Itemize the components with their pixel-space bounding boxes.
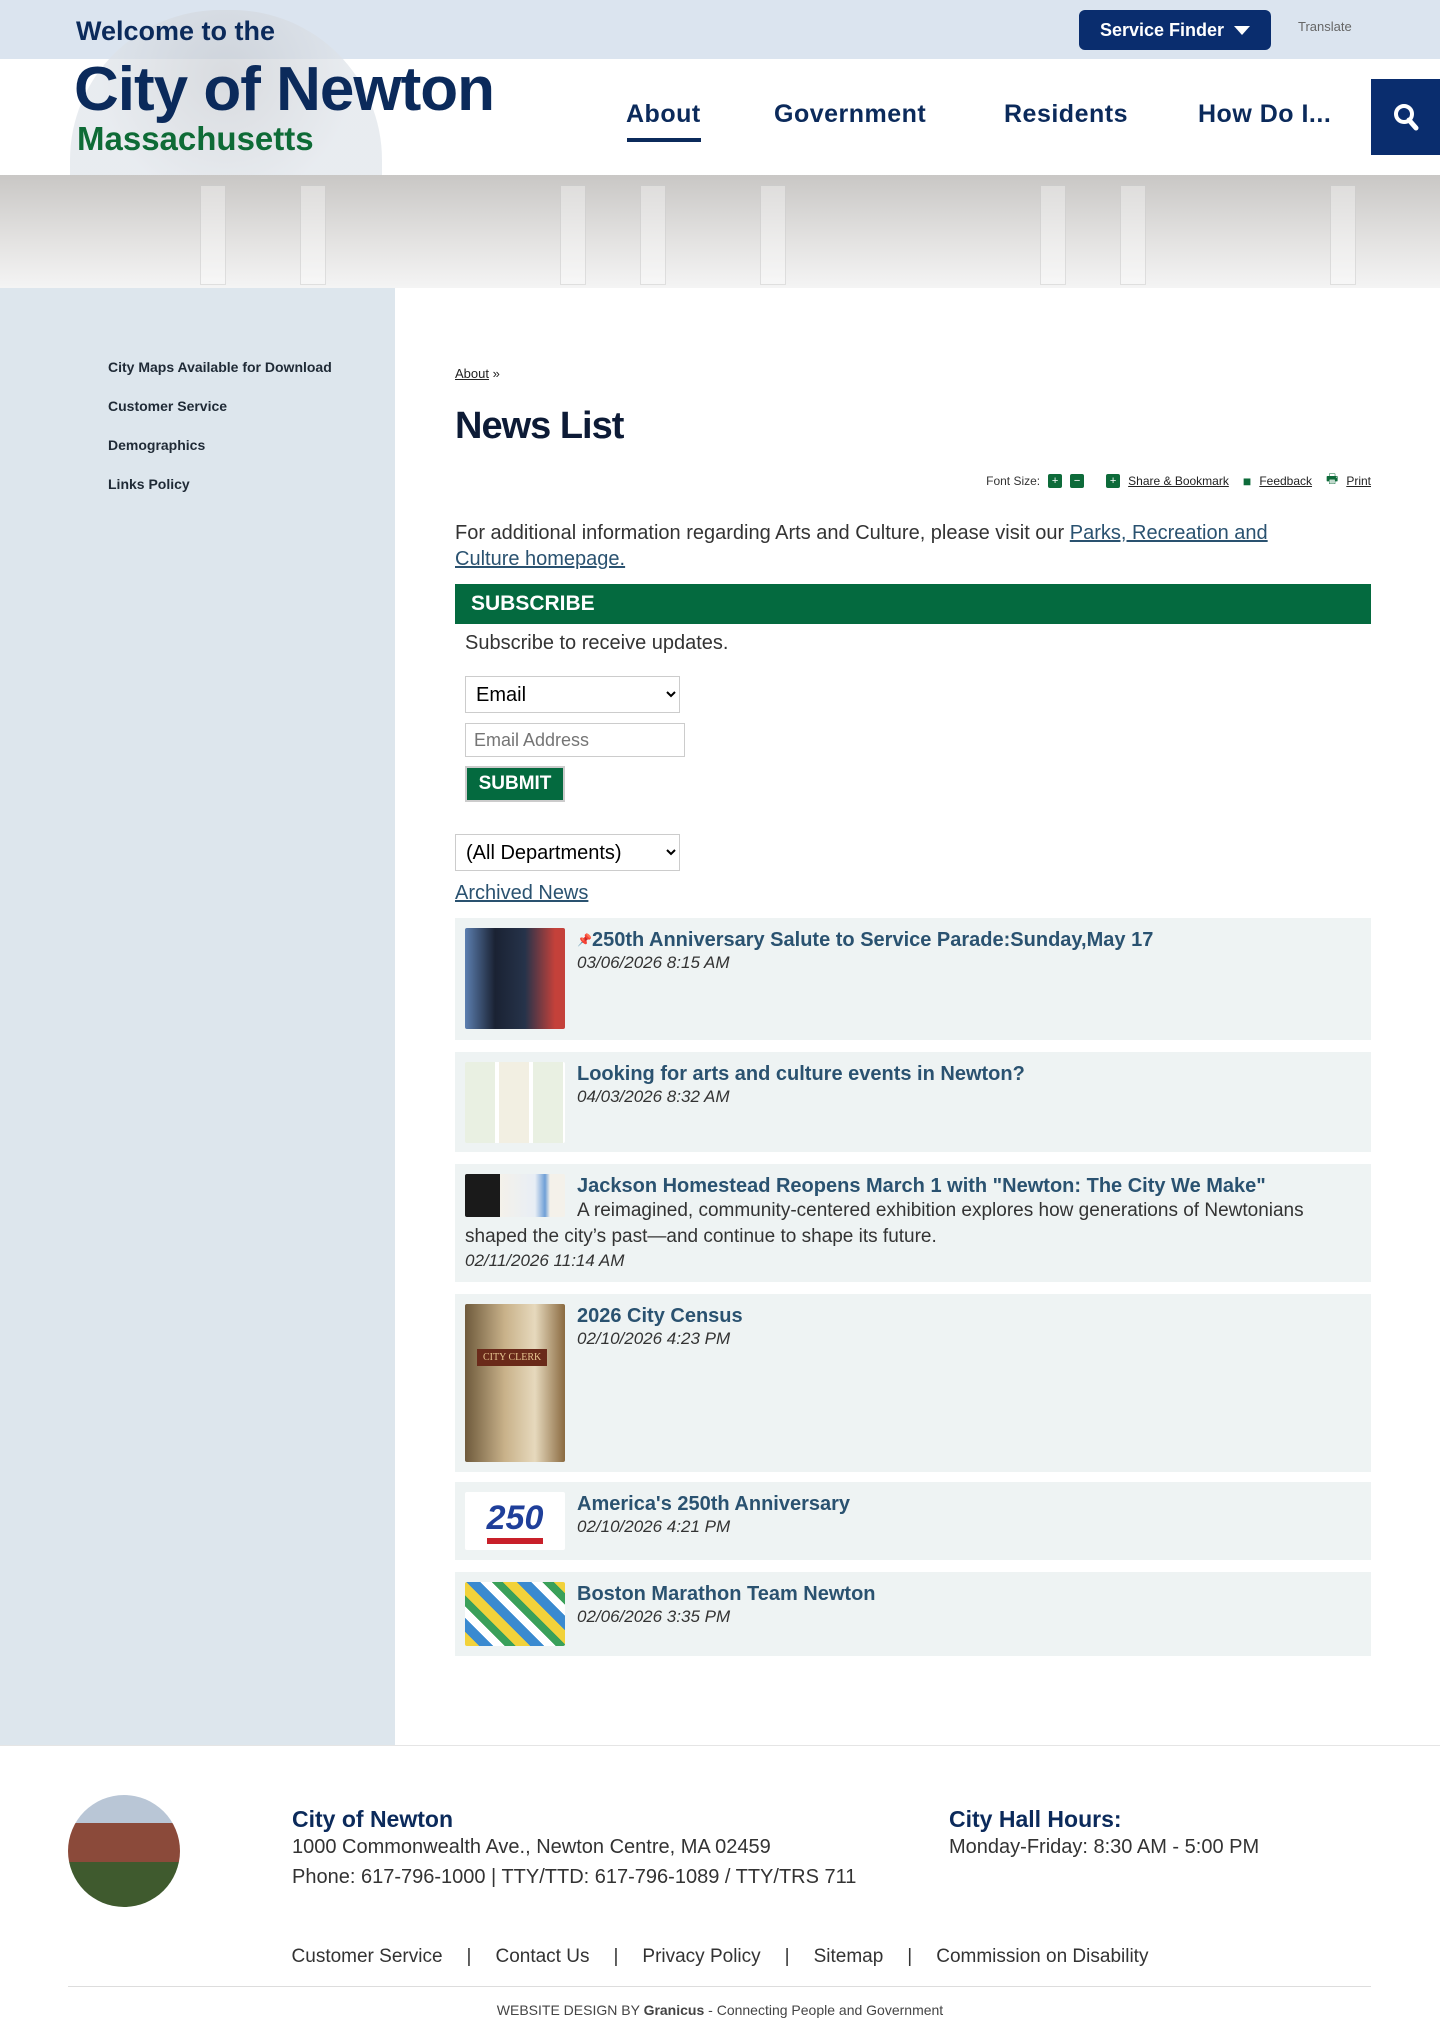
sidebar-item-city-maps[interactable]: City Maps Available for Download [108, 359, 332, 375]
footer-link-privacy-policy[interactable]: Privacy Policy [642, 1946, 760, 1968]
department-filter-select[interactable]: (All Departments) [455, 834, 680, 871]
search-icon [1393, 104, 1418, 131]
news-item: 250 America's 250th Anniversary 02/10/20… [455, 1482, 1371, 1560]
news-item: Boston Marathon Team Newton 02/06/2026 3… [455, 1572, 1371, 1656]
sidebar-item-customer-service[interactable]: Customer Service [108, 398, 227, 414]
breadcrumb-about[interactable]: About [455, 366, 489, 381]
email-address-input[interactable] [465, 723, 685, 757]
font-decrease-button[interactable]: − [1070, 474, 1085, 488]
submit-button[interactable]: SUBMIT [465, 766, 565, 802]
news-thumbnail[interactable] [465, 1174, 565, 1217]
news-thumbnail[interactable] [465, 928, 565, 1029]
footer-city-name: City of Newton [292, 1806, 453, 1832]
thumb-250-logo: 250 [486, 1499, 544, 1544]
news-item: Jackson Homestead Reopens March 1 with "… [455, 1164, 1371, 1282]
news-date: 02/06/2026 3:35 PM [577, 1607, 731, 1626]
footer-hours-title: City Hall Hours: [949, 1806, 1122, 1832]
feedback-link[interactable]: Feedback [1259, 474, 1312, 488]
news-date: 03/06/2026 8:15 AM [577, 953, 730, 972]
logo-state[interactable]: Massachusetts [77, 120, 314, 158]
news-title-link[interactable]: 📌250th Anniversary Salute to Service Par… [465, 928, 1361, 952]
subscribe-text: Subscribe to receive updates. [465, 632, 729, 654]
news-thumbnail[interactable] [465, 1582, 565, 1646]
news-title: 250th Anniversary Salute to Service Para… [591, 929, 1154, 951]
logo-city-name[interactable]: City of Newton [74, 54, 495, 125]
breadcrumb: About » [455, 366, 500, 381]
font-size-label: Font Size: [986, 474, 1041, 488]
footer-links: Customer Service | Contact Us | Privacy Po… [0, 1946, 1440, 1968]
footer-link-sitemap[interactable]: Sitemap [814, 1946, 884, 1968]
page-tools: Font Size: + − + Share & Bookmark ■ Feedba… [986, 470, 1371, 492]
separator: | [907, 1946, 913, 1967]
footer-link-contact-us[interactable]: Contact Us [495, 1946, 589, 1968]
footer-credit: WEBSITE DESIGN BY Granicus - Connecting … [0, 2002, 1440, 2018]
feedback-icon: ■ [1242, 473, 1252, 489]
footer-hours: Monday-Friday: 8:30 AM - 5:00 PM [949, 1836, 1260, 1858]
intro-text: For additional information regarding Art… [455, 522, 1070, 544]
news-date: 02/10/2026 4:21 PM [577, 1517, 731, 1536]
news-title-link[interactable]: 2026 City Census [465, 1304, 1361, 1328]
nav-how-do-i[interactable]: How Do I... [1198, 100, 1331, 129]
news-title-link[interactable]: Looking for arts and culture events in N… [465, 1062, 1361, 1086]
service-finder-label: Service Finder [1099, 19, 1225, 40]
separator: | [784, 1946, 790, 1967]
nav-government[interactable]: Government [774, 100, 926, 129]
intro-paragraph: For additional information regarding Art… [455, 520, 1335, 572]
news-title-link[interactable]: America's 250th Anniversary [465, 1492, 1361, 1516]
service-finder-button[interactable]: Service Finder [1079, 10, 1271, 50]
sidebar-item-links-policy[interactable]: Links Policy [108, 476, 190, 492]
news-title-link[interactable]: Jackson Homestead Reopens March 1 with "… [465, 1174, 1361, 1198]
page-title: News List [455, 405, 624, 447]
share-bookmark-link[interactable]: Share & Bookmark [1128, 474, 1229, 488]
news-item: Looking for arts and culture events in N… [455, 1052, 1371, 1152]
separator: | [466, 1946, 472, 1967]
logo-welcome[interactable]: Welcome to the [76, 16, 275, 47]
print-link[interactable]: Print [1346, 474, 1371, 488]
sidebar [0, 288, 395, 1745]
news-thumbnail[interactable]: CITY CLERK [465, 1304, 565, 1462]
news-title-link[interactable]: Boston Marathon Team Newton [465, 1582, 1361, 1606]
footer-rule [68, 1986, 1371, 1987]
nav-residents[interactable]: Residents [1004, 100, 1128, 129]
footer-phone: Phone: 617-796-1000 | TTY/TTD: 617-796-1… [292, 1866, 857, 1888]
news-date: 02/10/2026 4:23 PM [577, 1329, 731, 1348]
print-icon: 🖶 [1326, 471, 1339, 486]
footer-link-customer-service[interactable]: Customer Service [292, 1946, 443, 1968]
news-thumbnail[interactable] [465, 1062, 565, 1143]
archived-news-link[interactable]: Archived News [455, 882, 588, 905]
news-date: 04/03/2026 8:32 AM [577, 1087, 730, 1106]
nav-active-indicator [627, 138, 701, 142]
credit-prefix: WEBSITE DESIGN BY [496, 2002, 644, 2018]
translate-link[interactable]: Translate [1298, 19, 1352, 34]
separator: | [613, 1946, 619, 1967]
footer-divider [0, 1745, 1440, 1746]
caret-down-icon [1234, 25, 1251, 35]
search-button[interactable] [1371, 79, 1440, 155]
thumb-sign-text: CITY CLERK [477, 1349, 548, 1366]
subscribe-heading: SUBSCRIBE [455, 584, 1371, 624]
font-increase-button[interactable]: + [1048, 474, 1063, 488]
hero-banner [0, 175, 1440, 288]
footer-address: 1000 Commonwealth Ave., Newton Centre, M… [292, 1836, 771, 1858]
granicus-link[interactable]: Granicus [644, 2002, 705, 2018]
nav-about[interactable]: About [626, 100, 701, 129]
news-thumbnail[interactable]: 250 [465, 1492, 565, 1550]
subscription-type-select[interactable]: Email [465, 676, 680, 713]
credit-suffix: - Connecting People and Government [704, 2002, 944, 2018]
share-icon: + [1106, 474, 1121, 488]
footer-link-commission-disability[interactable]: Commission on Disability [936, 1946, 1148, 1968]
pin-icon: 📌 [577, 933, 592, 947]
city-hall-image [68, 1795, 180, 1907]
news-item: 📌250th Anniversary Salute to Service Par… [455, 918, 1371, 1040]
news-date: 02/11/2026 11:14 AM [465, 1251, 625, 1270]
news-item: CITY CLERK 2026 City Census 02/10/2026 4… [455, 1294, 1371, 1472]
breadcrumb-sep: » [492, 366, 500, 381]
news-description: A reimagined, community-centered exhibit… [465, 1200, 1304, 1247]
sidebar-item-demographics[interactable]: Demographics [108, 437, 205, 453]
